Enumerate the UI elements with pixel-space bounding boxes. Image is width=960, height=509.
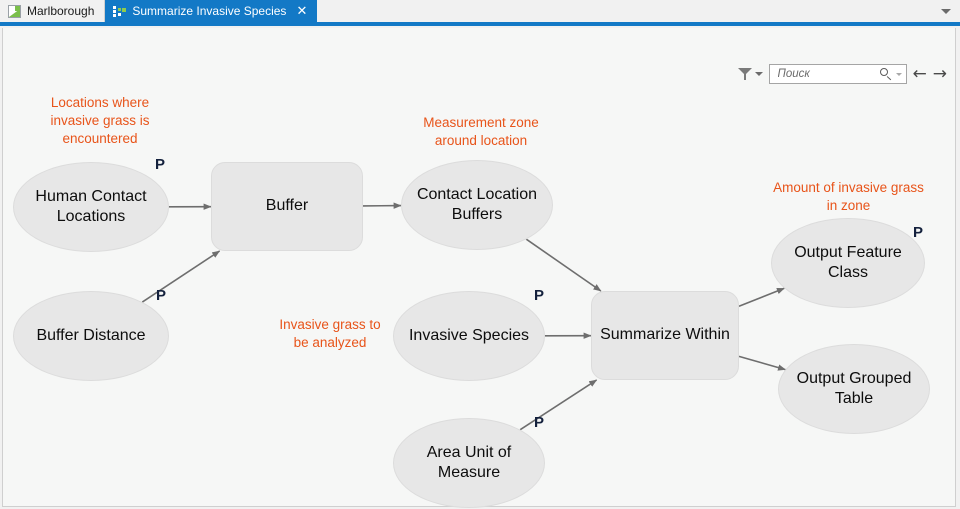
note-amount-grass[interactable]: Amount of invasive grass in zone (771, 179, 926, 215)
invasive-species-label: Invasive Species (408, 326, 530, 344)
human-contact-locations-label: Human Contact Locations (35, 187, 147, 225)
note-measurement-zone[interactable]: Measurement zone around location (401, 114, 561, 150)
summarize-within-label: Summarize Within (600, 326, 730, 344)
chevron-down-icon (941, 8, 951, 14)
variable-contact-location-buffers[interactable]: Contact Location Buffers (401, 160, 553, 250)
note-contact-locations[interactable]: Locations where invasive grass is encoun… (25, 94, 175, 147)
arcgis-modelbuilder-window: Marlborough Summarize Invasive Species ✕ (0, 0, 960, 509)
tab-marlborough[interactable]: Marlborough (0, 0, 106, 22)
output-feature-class-label: Output Feature Class (794, 243, 902, 281)
variable-output-feature-class[interactable]: Output Feature Class (771, 218, 925, 308)
tab-summarize-invasive-species[interactable]: Summarize Invasive Species ✕ (105, 0, 318, 22)
forward-button[interactable]: → (933, 65, 947, 83)
pmark-human-contact: P (155, 156, 166, 173)
buffer-distance-label: Buffer Distance (36, 326, 146, 344)
conn-buffers-to-summarize[interactable] (525, 238, 602, 292)
conn-areaunit-to-summarize[interactable] (519, 379, 598, 431)
close-icon[interactable]: ✕ (296, 5, 307, 18)
filter-button[interactable] (737, 67, 763, 81)
model-view-frame: Locations where invasive grass is encoun… (2, 28, 957, 508)
chevron-down-icon[interactable] (895, 72, 902, 76)
note-invasive-grass[interactable]: Invasive grass to be analyzed (271, 316, 389, 352)
output-grouped-table-label: Output Grouped Table (796, 369, 912, 407)
buffer-label: Buffer (265, 197, 309, 215)
conn-summarize-to-feature[interactable] (738, 287, 785, 307)
model-toolbar: ← → (737, 62, 947, 86)
chevron-down-icon (754, 72, 763, 76)
tool-buffer[interactable]: Buffer (211, 162, 363, 251)
variable-output-grouped-table[interactable]: Output Grouped Table (778, 344, 930, 434)
filter-funnel-icon (737, 67, 752, 81)
conn-distance-to-buffer[interactable] (141, 250, 221, 303)
area-unit-of-measure-label: Area Unit of Measure (426, 443, 512, 481)
variable-area-unit-of-measure[interactable]: Area Unit of Measure (393, 418, 545, 508)
variable-invasive-species[interactable]: Invasive Species (393, 291, 545, 381)
search-input-wrapper[interactable] (768, 64, 907, 84)
model-builder-icon (113, 5, 127, 17)
pmark-buffer-distance: P (156, 287, 167, 304)
tab-strip: Marlborough Summarize Invasive Species ✕ (0, 0, 960, 22)
tab-active-underline (0, 22, 960, 26)
variable-buffer-distance[interactable]: Buffer Distance (13, 291, 169, 381)
tool-summarize-within[interactable]: Summarize Within (591, 291, 739, 380)
variable-human-contact-locations[interactable]: Human Contact Locations (13, 162, 169, 252)
tab-summarize-invasive-species-label: Summarize Invasive Species (132, 4, 287, 18)
pmark-invasive-species: P (534, 287, 545, 304)
search-icon[interactable] (879, 68, 892, 80)
contact-location-buffers-label: Contact Location Buffers (416, 185, 538, 223)
map-icon (8, 4, 21, 18)
back-button[interactable]: ← (913, 65, 927, 83)
pmark-output-feature: P (913, 224, 924, 241)
tab-marlborough-label: Marlborough (27, 4, 95, 18)
search-input[interactable] (775, 67, 876, 81)
model-canvas[interactable]: Locations where invasive grass is encoun… (3, 28, 957, 508)
pmark-area-unit: P (534, 414, 545, 431)
tab-list-menu-button[interactable] (932, 0, 960, 22)
